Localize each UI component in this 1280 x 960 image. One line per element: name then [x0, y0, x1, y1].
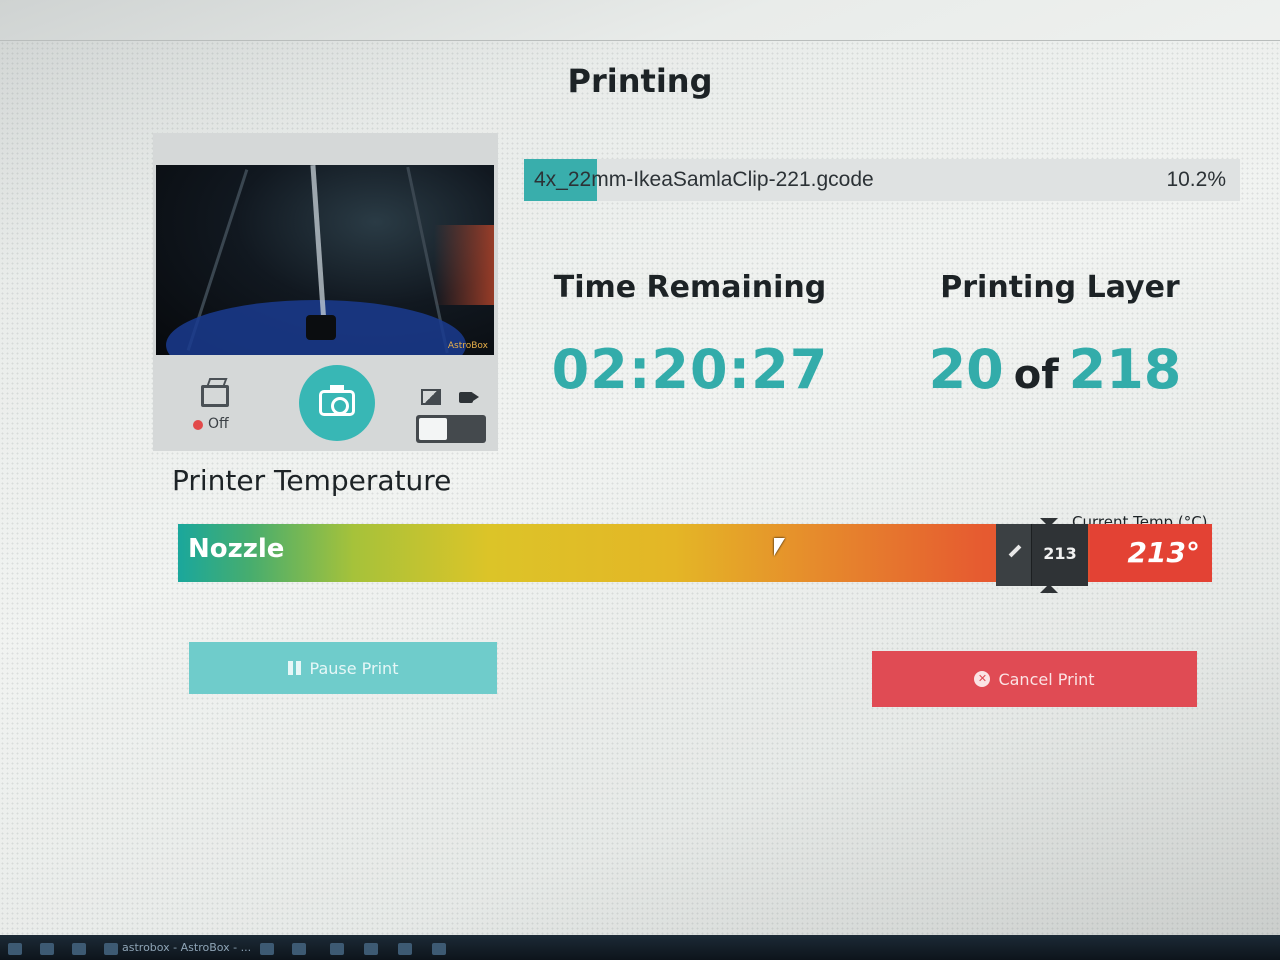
cancel-print-label: Cancel Print: [998, 669, 1095, 689]
file-name: 4x_22mm-IkeaSamlaClip-221.gcode: [534, 168, 874, 191]
temperature-heading: Printer Temperature: [172, 464, 452, 497]
marker-top-icon: [1040, 518, 1058, 527]
file-progress-bar: 4x_22mm-IkeaSamlaClip-221.gcode 10.2%: [524, 159, 1240, 201]
marker-bottom-icon: [1040, 584, 1058, 593]
status-dot-icon: [193, 420, 203, 430]
current-layer: 20: [928, 338, 1004, 401]
video-icon: [459, 392, 479, 403]
taskbar-app-icon[interactable]: [432, 943, 446, 955]
taskbar-app-icon[interactable]: [40, 943, 54, 955]
cancel-print-button[interactable]: ✕ Cancel Print: [872, 651, 1197, 707]
edit-target-button[interactable]: [996, 524, 1032, 586]
taskbar-app-icon[interactable]: [330, 943, 344, 955]
browser-icon[interactable]: [104, 943, 118, 955]
taskbar-app-icon[interactable]: [72, 943, 86, 955]
taskbar-app-icon[interactable]: [260, 943, 274, 955]
start-icon[interactable]: [8, 943, 22, 955]
nozzle-temperature-bar[interactable]: Nozzle 213° 213: [178, 518, 1212, 593]
taskbar-window-label[interactable]: astrobox - AstroBox - ...: [122, 941, 251, 954]
taskbar-app-icon[interactable]: [364, 943, 378, 955]
pause-icon: [287, 661, 302, 675]
camera-controls: Off: [153, 355, 498, 451]
photo-video-toggle[interactable]: [416, 415, 486, 443]
current-temp-display: 213°: [1090, 524, 1212, 582]
layer-of-label: of: [1013, 352, 1059, 398]
camera-panel: AstroBox Off: [153, 133, 498, 451]
os-taskbar: astrobox - AstroBox - ...: [0, 935, 1280, 960]
pause-print-button[interactable]: Pause Print: [189, 642, 497, 694]
x-circle-icon: ✕: [974, 671, 991, 687]
printing-layer-value: 20 of 218: [890, 338, 1220, 401]
pause-print-label: Pause Print: [309, 658, 399, 678]
time-remaining-value: 02:20:27: [551, 338, 829, 401]
toggle-knob: [419, 418, 447, 440]
printing-layer-title: Printing Layer: [940, 270, 1180, 305]
progress-percent: 10.2%: [1166, 168, 1226, 191]
image-icon: [421, 389, 441, 405]
pencil-icon: [1008, 544, 1022, 558]
camera-icon: [319, 385, 355, 416]
page-title: Printing: [567, 62, 713, 100]
taskbar-app-icon[interactable]: [398, 943, 412, 955]
mouse-cursor-icon: [774, 538, 785, 556]
target-temp-value: 213: [1043, 544, 1077, 563]
total-layers: 218: [1068, 338, 1182, 401]
tool-name: Nozzle: [188, 534, 285, 564]
timelapse-status: Off: [208, 416, 229, 432]
taskbar-app-icon[interactable]: [292, 943, 306, 955]
camera-watermark: AstroBox: [447, 341, 488, 351]
time-remaining-title: Time Remaining: [553, 270, 827, 305]
snapshot-button[interactable]: [299, 365, 375, 441]
current-temp-value: 213°: [1127, 536, 1200, 569]
target-temp-slider-handle[interactable]: 213: [996, 518, 1088, 593]
camera-feed: AstroBox: [156, 165, 494, 355]
timelapse-icon[interactable]: [201, 385, 229, 407]
